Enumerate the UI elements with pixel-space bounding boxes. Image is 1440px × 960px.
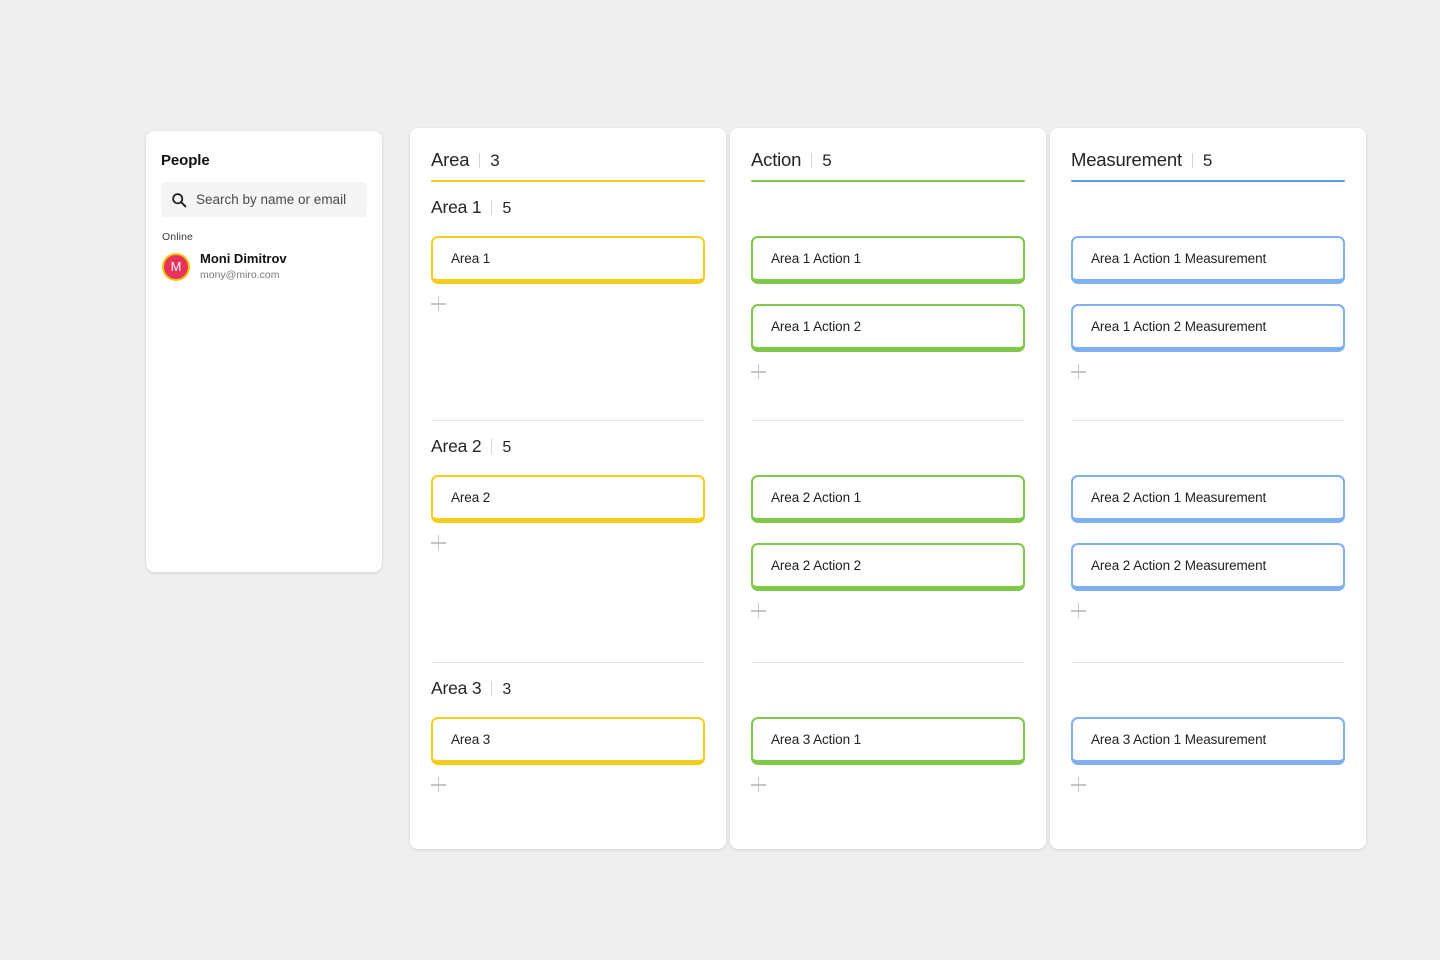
column-header: Area 3 xyxy=(431,128,705,182)
section-count: 3 xyxy=(502,681,512,698)
section-count: 5 xyxy=(502,200,512,217)
card[interactable]: Area 2 Action 2 Measurement xyxy=(1071,543,1345,591)
card[interactable]: Area 1 Action 2 Measurement xyxy=(1071,304,1345,352)
column-measurement: Measurement 5 Area 1 5 Area 1 Action 1 M… xyxy=(1050,128,1366,849)
column-header: Measurement 5 xyxy=(1071,128,1345,182)
add-card-button[interactable] xyxy=(751,777,767,793)
section-area-1: Area 1 5 Area 1 xyxy=(431,182,705,420)
card-list: Area 3 Action 1 xyxy=(751,709,1025,765)
card[interactable]: Area 1 xyxy=(431,236,705,284)
column-count: 5 xyxy=(822,151,832,170)
card[interactable]: Area 1 Action 1 Measurement xyxy=(1071,236,1345,284)
card-list: Area 1 xyxy=(431,228,705,284)
search-input[interactable] xyxy=(196,192,357,207)
add-card-button[interactable] xyxy=(751,603,767,619)
card[interactable]: Area 2 Action 2 xyxy=(751,543,1025,591)
avatar-initial: M xyxy=(164,254,188,279)
card[interactable]: Area 3 Action 1 Measurement xyxy=(1071,717,1345,765)
add-card-button[interactable] xyxy=(431,296,447,312)
add-card-button[interactable] xyxy=(431,777,447,793)
card[interactable]: Area 3 xyxy=(431,717,705,765)
card[interactable]: Area 2 xyxy=(431,475,705,523)
board: Area 3 Area 1 5 Area 1 Area 2 5 Area 2 A… xyxy=(410,128,1366,849)
person-name: Moni Dimitrov xyxy=(200,251,287,266)
card-list: Area 3 xyxy=(431,709,705,765)
section-title: Area 1 xyxy=(431,197,482,217)
person-email: mony@miro.com xyxy=(200,268,280,281)
separator-bar xyxy=(491,681,493,696)
section-action-2: Area 2 5 Area 2 Action 1 Area 2 Action 2 xyxy=(751,421,1025,662)
column-count: 5 xyxy=(1202,151,1213,170)
card-list: Area 2 Action 1 Area 2 Action 2 xyxy=(751,467,1025,591)
separator-bar xyxy=(479,153,481,168)
separator-bar xyxy=(491,200,493,215)
section-header: Area 1 5 xyxy=(431,182,705,228)
section-area-2: Area 2 5 Area 2 xyxy=(431,421,705,662)
add-card-button[interactable] xyxy=(1071,603,1087,619)
card-list: Area 3 Action 1 Measurement xyxy=(1071,709,1345,765)
separator-bar xyxy=(1191,153,1193,168)
people-panel-title: People xyxy=(161,152,210,169)
list-item[interactable]: M Moni Dimitrov mony@miro.com xyxy=(161,250,367,284)
section-area-3: Area 3 3 Area 3 xyxy=(431,663,705,793)
people-panel: People Online M Moni Dimitrov mony@miro.… xyxy=(146,131,382,572)
online-section-label: Online xyxy=(162,231,193,243)
people-search[interactable] xyxy=(161,182,367,217)
card-list: Area 2 Action 1 Measurement Area 2 Actio… xyxy=(1071,467,1345,591)
column-title: Area xyxy=(431,149,470,170)
section-header: Area 3 3 xyxy=(431,663,705,709)
section-action-1: Area 1 5 Area 1 Action 1 Area 1 Action 2 xyxy=(751,182,1025,420)
section-header: Area 2 5 xyxy=(431,421,705,467)
add-card-button[interactable] xyxy=(1071,777,1087,793)
section-action-3: Area 3 3 Area 3 Action 1 xyxy=(751,663,1025,793)
section-measurement-2: Area 2 5 Area 2 Action 1 Measurement Are… xyxy=(1071,421,1345,662)
column-action: Action 5 Area 1 5 Area 1 Action 1 Area 1… xyxy=(730,128,1046,849)
column-header: Action 5 xyxy=(751,128,1025,182)
search-icon xyxy=(172,192,187,207)
avatar: M xyxy=(162,252,190,281)
separator-bar xyxy=(491,439,493,454)
add-card-button[interactable] xyxy=(1071,364,1087,380)
card-list: Area 1 Action 1 Area 1 Action 2 xyxy=(751,228,1025,352)
card[interactable]: Area 2 Action 1 xyxy=(751,475,1025,523)
person-info: Moni Dimitrov mony@miro.com xyxy=(200,251,287,282)
card-list: Area 1 Action 1 Measurement Area 1 Actio… xyxy=(1071,228,1345,352)
card-list: Area 2 xyxy=(431,467,705,523)
card[interactable]: Area 2 Action 1 Measurement xyxy=(1071,475,1345,523)
separator-bar xyxy=(811,153,813,168)
column-title: Action xyxy=(751,149,802,170)
section-count: 5 xyxy=(502,439,512,456)
card[interactable]: Area 1 Action 2 xyxy=(751,304,1025,352)
add-card-button[interactable] xyxy=(751,364,767,380)
card[interactable]: Area 3 Action 1 xyxy=(751,717,1025,765)
add-card-button[interactable] xyxy=(431,535,447,551)
section-title: Area 2 xyxy=(431,436,482,456)
column-area: Area 3 Area 1 5 Area 1 Area 2 5 Area 2 A… xyxy=(410,128,726,849)
column-count: 3 xyxy=(490,151,500,170)
section-title: Area 3 xyxy=(431,678,482,698)
card[interactable]: Area 1 Action 1 xyxy=(751,236,1025,284)
column-title: Measurement xyxy=(1071,149,1182,170)
app-canvas: People Online M Moni Dimitrov mony@miro.… xyxy=(0,0,1440,960)
section-measurement-3: Area 3 3 Area 3 Action 1 Measurement xyxy=(1071,663,1345,793)
section-measurement-1: Area 1 5 Area 1 Action 1 Measurement Are… xyxy=(1071,182,1345,420)
